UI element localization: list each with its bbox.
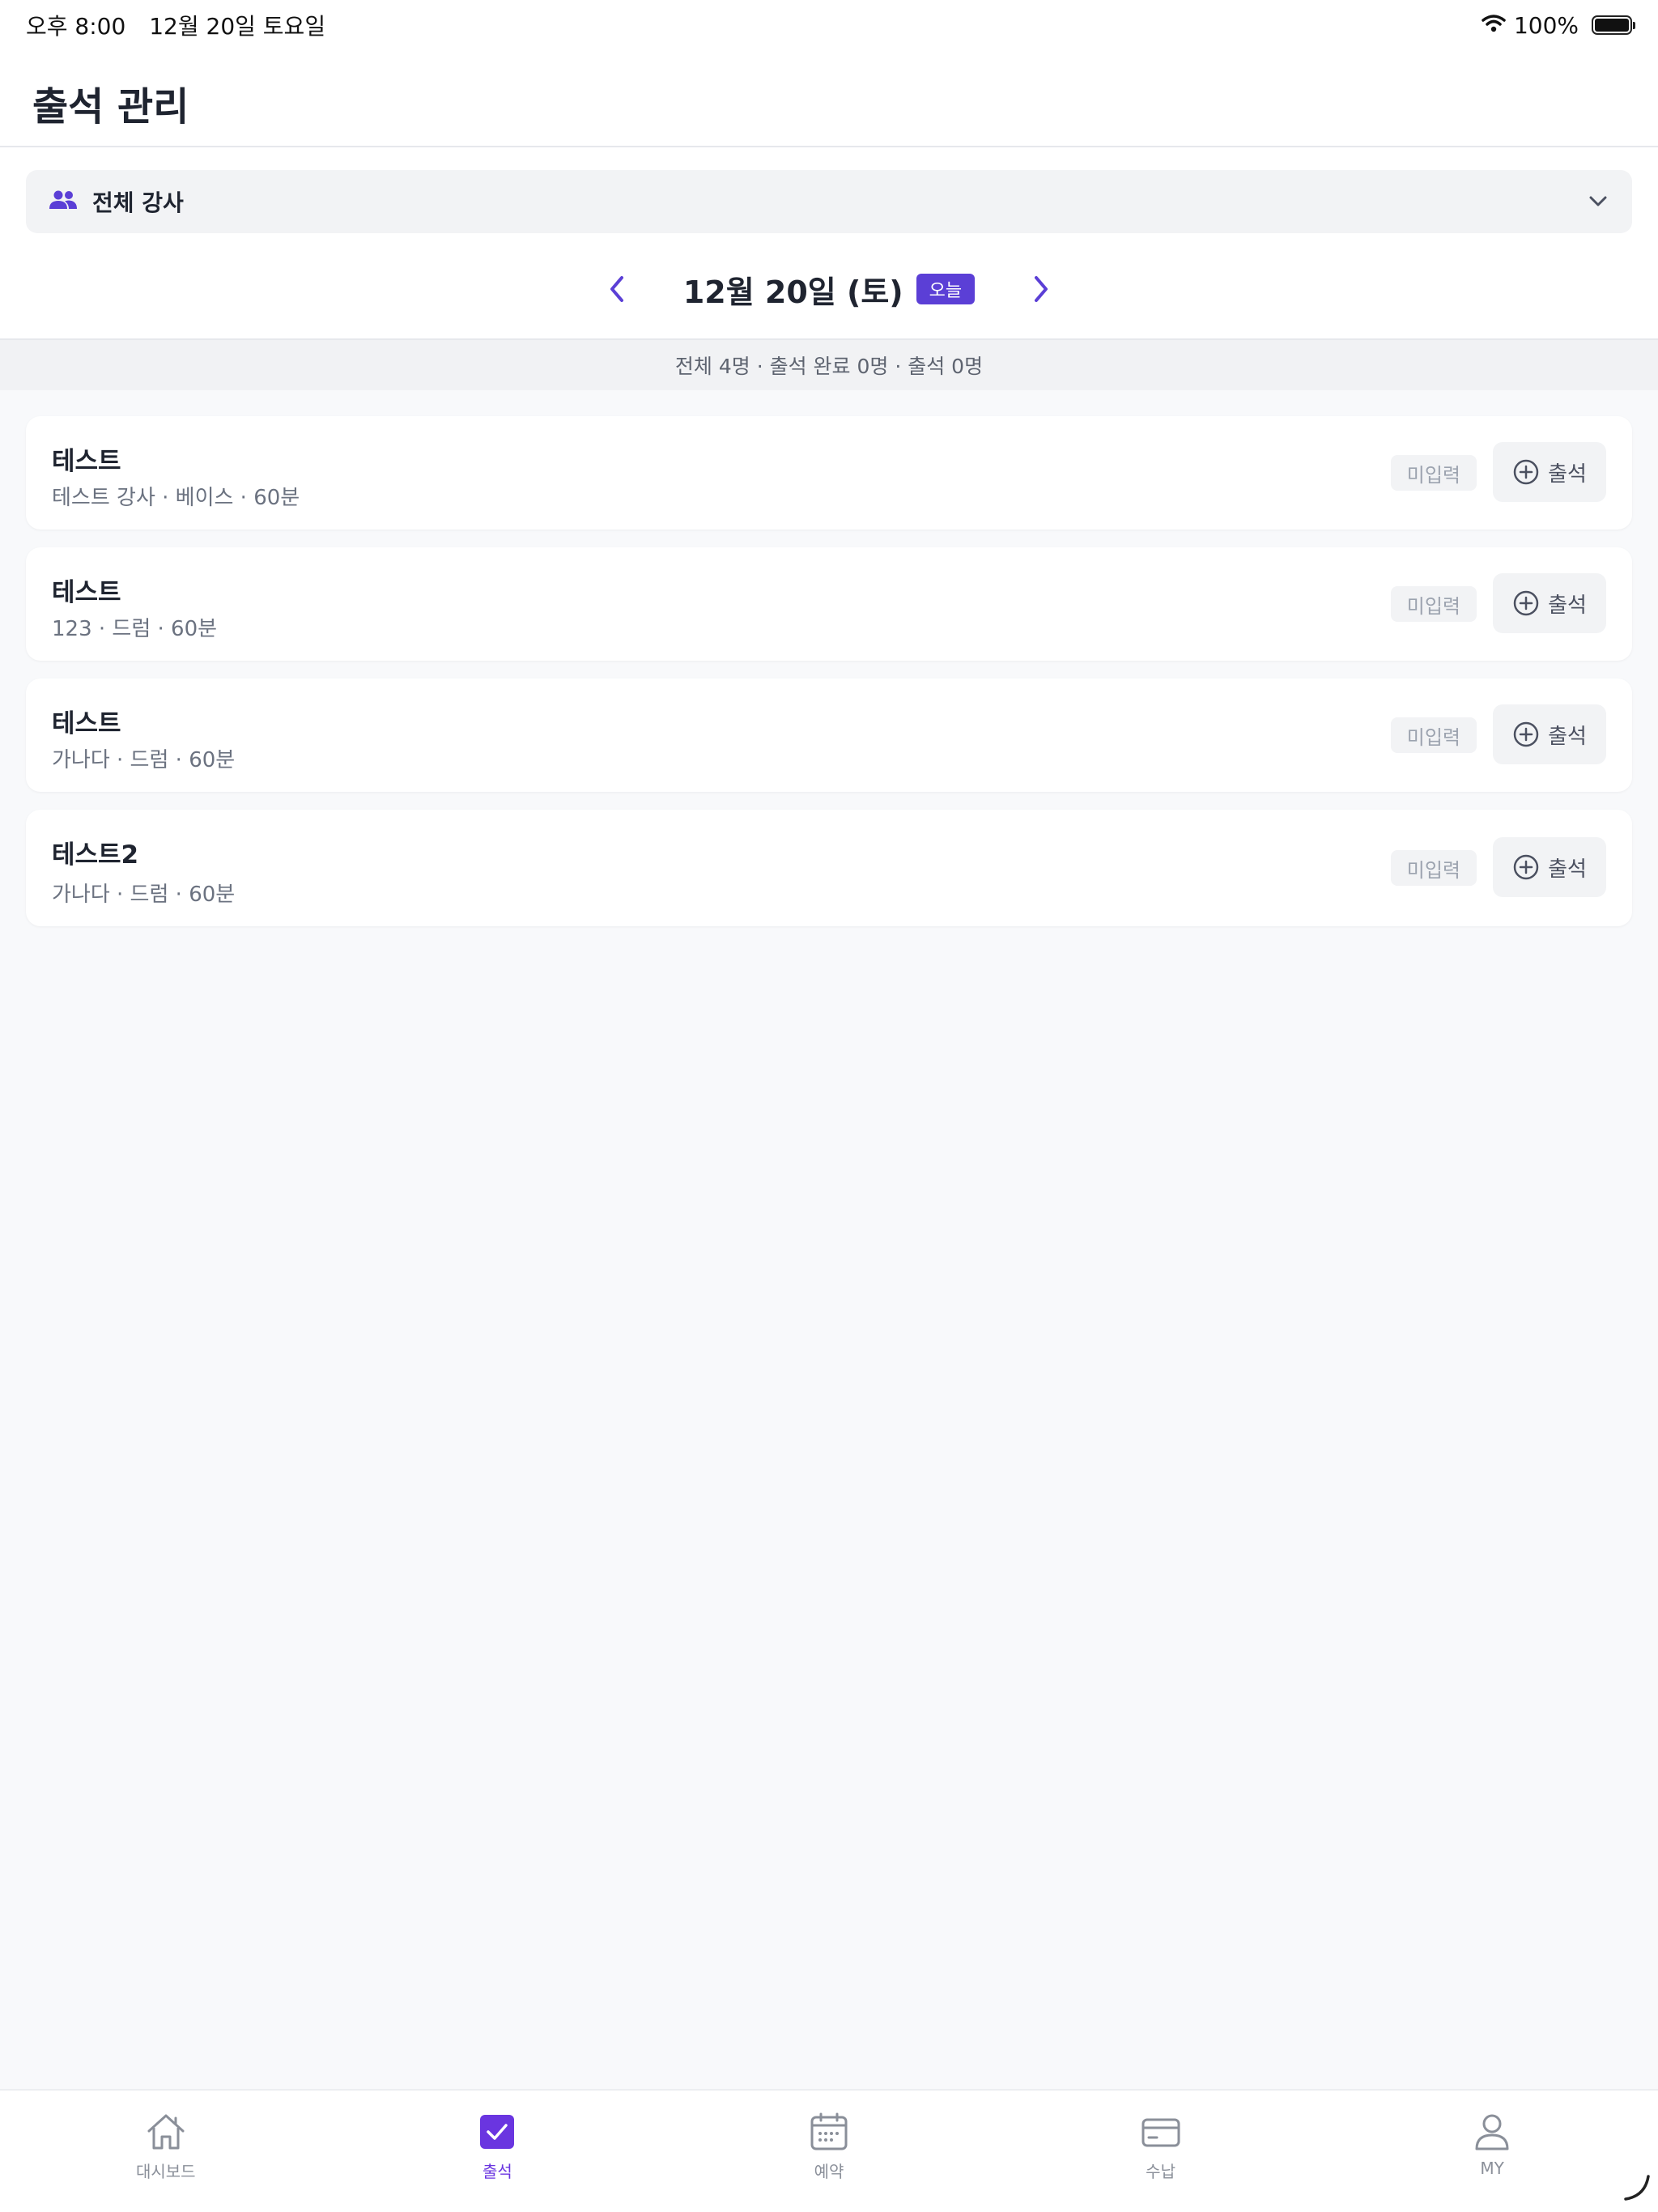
checkbox-icon (480, 2115, 515, 2149)
attend-button[interactable]: 출석 (1493, 573, 1606, 633)
today-badge: 오늘 (916, 274, 976, 304)
calendar-icon (810, 2112, 848, 2150)
attendance-card: 테스트2 가나다 · 드럼 · 60분 미입력 출석 (26, 810, 1632, 926)
status-badge: 미입력 (1390, 850, 1477, 886)
chevron-down-icon (1587, 189, 1609, 215)
tab-payment[interactable]: 수납 (995, 2091, 1327, 2212)
page-title: 출석 관리 (32, 84, 189, 130)
tab-label: 대시보드 (135, 2162, 196, 2181)
summary-text: 전체 4명 · 출석 완료 0명 · 출석 0명 (674, 355, 984, 378)
card-icon (1141, 2118, 1180, 2147)
lesson-info: 가나다 · 드럼 · 60분 (52, 748, 236, 772)
tab-label: 예약 (814, 2162, 844, 2181)
prev-day-button[interactable] (593, 265, 641, 313)
home-icon (147, 2114, 185, 2150)
lesson-info: 테스트 강사 · 베이스 · 60분 (52, 486, 300, 510)
tab-dashboard[interactable]: 대시보드 (0, 2091, 332, 2212)
attend-button-label: 출석 (1548, 724, 1587, 749)
controls: 전체 강사 12월 20일 (토) 오늘 (0, 147, 1658, 338)
attendance-summary: 전체 4명 · 출석 완료 0명 · 출석 0명 (0, 338, 1658, 390)
resize-handle-icon (1622, 2173, 1652, 2206)
attendance-card: 테스트 가나다 · 드럼 · 60분 미입력 출석 (26, 678, 1632, 792)
status-right: 100% (1482, 11, 1635, 39)
tab-reservation[interactable]: 예약 (663, 2091, 995, 2212)
instructor-filter-dropdown[interactable]: 전체 강사 (26, 170, 1632, 233)
attend-button[interactable]: 출석 (1493, 704, 1606, 764)
chevron-left-icon (610, 276, 623, 302)
users-icon (49, 189, 78, 214)
status-badge: 미입력 (1390, 455, 1477, 491)
status-badge: 미입력 (1390, 717, 1477, 753)
person-icon (1475, 2114, 1509, 2150)
attend-button[interactable]: 출석 (1493, 837, 1606, 897)
plus-circle-icon (1513, 459, 1539, 485)
header: 출석 관리 (0, 50, 1658, 147)
tab-label: 수납 (1146, 2162, 1175, 2181)
attend-button-label: 출석 (1548, 857, 1587, 882)
plus-circle-icon (1513, 721, 1539, 747)
status-time: 오후 8:00 (26, 13, 126, 40)
tab-bar: 대시보드 출석 예약 수납 MY (0, 2089, 1658, 2212)
tab-attendance[interactable]: 출석 (332, 2091, 664, 2212)
student-name: 테스트 (52, 709, 121, 738)
status-bar: 오후 8:00 12월 20일 토요일 100% (0, 0, 1658, 50)
instructor-filter-label: 전체 강사 (92, 189, 184, 216)
student-name: 테스트2 (52, 840, 139, 870)
wifi-icon (1482, 12, 1506, 39)
attendance-card: 테스트 테스트 강사 · 베이스 · 60분 미입력 출석 (26, 416, 1632, 530)
battery-icon (1592, 15, 1635, 35)
tab-label: MY (1480, 2159, 1504, 2178)
next-day-button[interactable] (1017, 265, 1065, 313)
status-date: 12월 20일 토요일 (149, 13, 326, 40)
attend-button[interactable]: 출석 (1493, 442, 1606, 502)
tab-my[interactable]: MY (1326, 2091, 1658, 2212)
status-left: 오후 8:00 12월 20일 토요일 (26, 9, 342, 41)
student-name: 테스트 (52, 578, 121, 607)
date-navigator: 12월 20일 (토) 오늘 (0, 261, 1658, 317)
plus-circle-icon (1513, 854, 1539, 880)
battery-percent: 100% (1513, 11, 1579, 39)
lesson-info: 가나다 · 드럼 · 60분 (52, 883, 236, 907)
current-date: 12월 20일 (토) (682, 274, 903, 310)
chevron-right-icon (1035, 276, 1048, 302)
attendance-card: 테스트 123 · 드럼 · 60분 미입력 출석 (26, 547, 1632, 661)
student-name: 테스트 (52, 447, 121, 476)
status-badge: 미입력 (1390, 586, 1477, 622)
tab-label: 출석 (482, 2162, 512, 2181)
attend-button-label: 출석 (1548, 462, 1587, 487)
attend-button-label: 출석 (1548, 593, 1587, 618)
plus-circle-icon (1513, 590, 1539, 616)
lesson-info: 123 · 드럼 · 60분 (52, 617, 218, 641)
